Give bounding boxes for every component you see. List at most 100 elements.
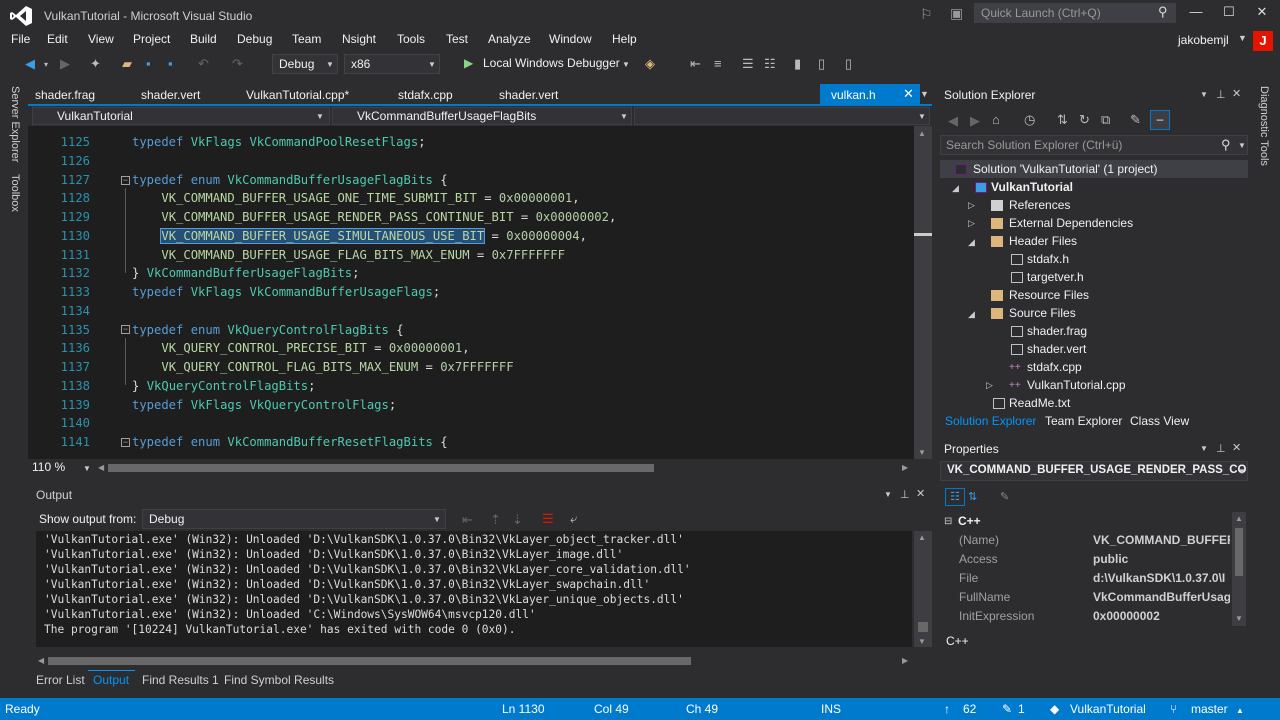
redo-icon[interactable]: ↷ bbox=[232, 56, 243, 72]
tab-output[interactable]: Output bbox=[93, 673, 129, 687]
window-position-icon[interactable]: ▼ bbox=[1200, 444, 1208, 453]
repository-name[interactable]: VulkanTutorial bbox=[1070, 702, 1146, 716]
chevron-down-icon[interactable]: ▼ bbox=[433, 515, 441, 524]
save-icon[interactable]: ▪ bbox=[146, 56, 151, 71]
tab-find-results-1[interactable]: Find Results 1 bbox=[142, 673, 219, 687]
code-line[interactable]: typedef enum VkQueryControlFlagBits { bbox=[132, 321, 404, 340]
server-explorer-tab[interactable]: Server Explorer bbox=[9, 86, 21, 162]
feedback-icon[interactable]: ▣ bbox=[950, 5, 963, 22]
menu-build[interactable]: Build bbox=[190, 32, 217, 46]
menu-analyze[interactable]: Analyze bbox=[488, 32, 531, 46]
close-icon[interactable]: ✕ bbox=[916, 487, 925, 500]
menu-team[interactable]: Team bbox=[292, 32, 321, 46]
chevron-down-icon[interactable]: ▼ bbox=[1238, 467, 1246, 476]
code-line[interactable]: VK_QUERY_CONTROL_FLAG_BITS_MAX_ENUM = 0x… bbox=[132, 358, 513, 377]
forward-icon[interactable]: ▶ bbox=[970, 113, 980, 129]
project-nav-select[interactable]: VulkanTutorial bbox=[32, 107, 330, 125]
tab-find-symbol-results[interactable]: Find Symbol Results bbox=[224, 673, 334, 687]
collapse-category-icon[interactable]: ⊟ bbox=[944, 516, 952, 527]
code-line[interactable]: VK_COMMAND_BUFFER_USAGE_RENDER_PASS_CONT… bbox=[132, 208, 616, 227]
user-menu-chevron-icon[interactable]: ▼ bbox=[1238, 33, 1247, 43]
expanded-arrow-icon[interactable]: ◢ bbox=[968, 237, 975, 248]
collapse-icon[interactable]: − bbox=[121, 438, 130, 447]
prev-bookmark-icon[interactable]: ▯ bbox=[818, 56, 825, 72]
tree-item-references[interactable]: References bbox=[1009, 198, 1070, 212]
pin-icon[interactable]: ⊥ bbox=[1216, 442, 1226, 455]
property-value[interactable]: 0x00000002 bbox=[1093, 609, 1230, 623]
menu-window[interactable]: Window bbox=[549, 32, 592, 46]
quick-launch-input[interactable]: Quick Launch (Ctrl+Q) bbox=[974, 3, 1176, 23]
run-debugger-button[interactable]: Local Windows Debugger bbox=[483, 56, 620, 70]
code-line[interactable]: VK_COMMAND_BUFFER_USAGE_SIMULTANEOUS_USE… bbox=[132, 227, 587, 246]
code-line[interactable]: } VkCommandBufferUsageFlagBits; bbox=[132, 264, 359, 283]
code-line[interactable]: typedef enum VkCommandBufferResetFlagBit… bbox=[132, 433, 448, 452]
tab-overflow-icon[interactable]: ▼ bbox=[920, 89, 929, 99]
unpublished-commits[interactable]: 62 bbox=[963, 702, 976, 716]
close-icon[interactable]: ✕ bbox=[1232, 441, 1241, 454]
properties-wrench-icon[interactable]: ✎ bbox=[1130, 112, 1141, 128]
collapsed-arrow-icon[interactable]: ▷ bbox=[968, 200, 975, 211]
scroll-up-icon[interactable]: ▲ bbox=[1235, 514, 1243, 523]
menu-test[interactable]: Test bbox=[446, 32, 468, 46]
menu-tools[interactable]: Tools bbox=[397, 32, 425, 46]
collapsed-arrow-icon[interactable]: ▷ bbox=[986, 380, 993, 391]
properties-scroll-thumb[interactable] bbox=[1235, 528, 1243, 576]
sync-icon[interactable]: ⇅ bbox=[1057, 112, 1068, 128]
nsight-icon[interactable]: ◈ bbox=[645, 56, 655, 72]
tree-item-targetver-h[interactable]: targetver.h bbox=[1027, 270, 1084, 284]
collapse-all-icon[interactable]: ⧉ bbox=[1101, 112, 1110, 128]
preview-selected-items-icon[interactable]: – bbox=[1150, 110, 1170, 130]
tree-item-shader-frag[interactable]: shader.frag bbox=[1027, 324, 1087, 338]
scroll-right-icon[interactable]: ▶ bbox=[902, 463, 908, 472]
properties-object-select[interactable]: VK_COMMAND_BUFFER_USAGE_RENDER_PASS_CON bbox=[940, 461, 1248, 481]
property-pages-icon[interactable]: ✎ bbox=[1000, 490, 1009, 503]
window-position-icon[interactable]: ▼ bbox=[1200, 90, 1208, 99]
tab-solution-explorer[interactable]: Solution Explorer bbox=[945, 414, 1036, 428]
search-icon[interactable]: ⚲ bbox=[1158, 4, 1168, 20]
menu-view[interactable]: View bbox=[88, 32, 114, 46]
menu-help[interactable]: Help bbox=[612, 32, 637, 46]
code-line[interactable]: } VkQueryControlFlagBits; bbox=[132, 377, 315, 396]
notification-flag-icon[interactable]: ⚐ bbox=[920, 6, 933, 23]
property-value[interactable]: VkCommandBufferUsag bbox=[1093, 590, 1230, 604]
diagnostic-tools-tab[interactable]: Diagnostic Tools bbox=[1258, 86, 1270, 166]
next-bookmark-icon[interactable]: ▯ bbox=[845, 56, 852, 72]
expanded-arrow-icon[interactable]: ◢ bbox=[968, 309, 975, 320]
code-line[interactable]: typedef VkFlags VkCommandPoolResetFlags; bbox=[132, 133, 426, 152]
prev-message-icon[interactable]: ⇡ bbox=[490, 512, 501, 528]
menu-edit[interactable]: Edit bbox=[47, 32, 68, 46]
next-message-icon[interactable]: ⇣ bbox=[512, 512, 523, 528]
close-icon[interactable]: ✕ bbox=[903, 86, 914, 102]
open-file-icon[interactable]: ▰ bbox=[122, 56, 132, 72]
branch-name[interactable]: master bbox=[1191, 702, 1228, 716]
tab-shader-frag[interactable]: shader.frag bbox=[35, 88, 95, 102]
tree-item-vulkantutorial-cpp[interactable]: VulkanTutorial.cpp bbox=[1027, 378, 1126, 392]
search-icon[interactable]: ⚲ bbox=[1221, 137, 1231, 153]
home-icon[interactable]: ⌂ bbox=[992, 112, 1000, 127]
tree-item-solution[interactable]: Solution 'VulkanTutorial' (1 project) bbox=[973, 162, 1157, 176]
solution-explorer-search-input[interactable]: Search Solution Explorer (Ctrl+ü) bbox=[940, 135, 1248, 155]
tree-item-shader-vert[interactable]: shader.vert bbox=[1027, 342, 1086, 356]
property-value[interactable]: d:\VulkanSDK\1.0.37.0\I bbox=[1093, 571, 1230, 585]
scroll-left-icon[interactable]: ◀ bbox=[98, 463, 104, 472]
scroll-right-icon[interactable]: ▶ bbox=[902, 656, 908, 665]
scroll-up-icon[interactable]: ▲ bbox=[918, 533, 926, 542]
chevron-down-icon[interactable]: ▼ bbox=[83, 464, 91, 473]
chevron-down-icon[interactable]: ▼ bbox=[620, 112, 628, 121]
platform-select[interactable]: x86 bbox=[344, 54, 440, 74]
chevron-down-icon[interactable]: ▼ bbox=[918, 112, 926, 121]
tab-stdafx-cpp[interactable]: stdafx.cpp bbox=[398, 88, 453, 102]
output-horizontal-scroll-thumb[interactable] bbox=[48, 657, 691, 665]
expanded-arrow-icon[interactable]: ◢ bbox=[952, 183, 959, 194]
undo-icon[interactable]: ↶ bbox=[198, 56, 209, 72]
symbol-nav-select[interactable]: VkCommandBufferUsageFlagBits bbox=[332, 107, 632, 125]
close-icon[interactable]: ✕ bbox=[1232, 87, 1241, 100]
tree-item-source-files[interactable]: Source Files bbox=[1009, 306, 1076, 320]
align-icon[interactable]: ≡ bbox=[714, 56, 722, 71]
bookmark-icon[interactable]: ▮ bbox=[794, 56, 801, 72]
pin-icon[interactable]: ⊥ bbox=[1216, 88, 1226, 101]
properties-category[interactable]: C++ bbox=[958, 514, 981, 528]
back-icon[interactable]: ◀ bbox=[25, 56, 35, 72]
tab-shader-vert-2[interactable]: shader.vert bbox=[499, 88, 558, 102]
editor-horizontal-scroll-thumb[interactable] bbox=[108, 464, 654, 472]
